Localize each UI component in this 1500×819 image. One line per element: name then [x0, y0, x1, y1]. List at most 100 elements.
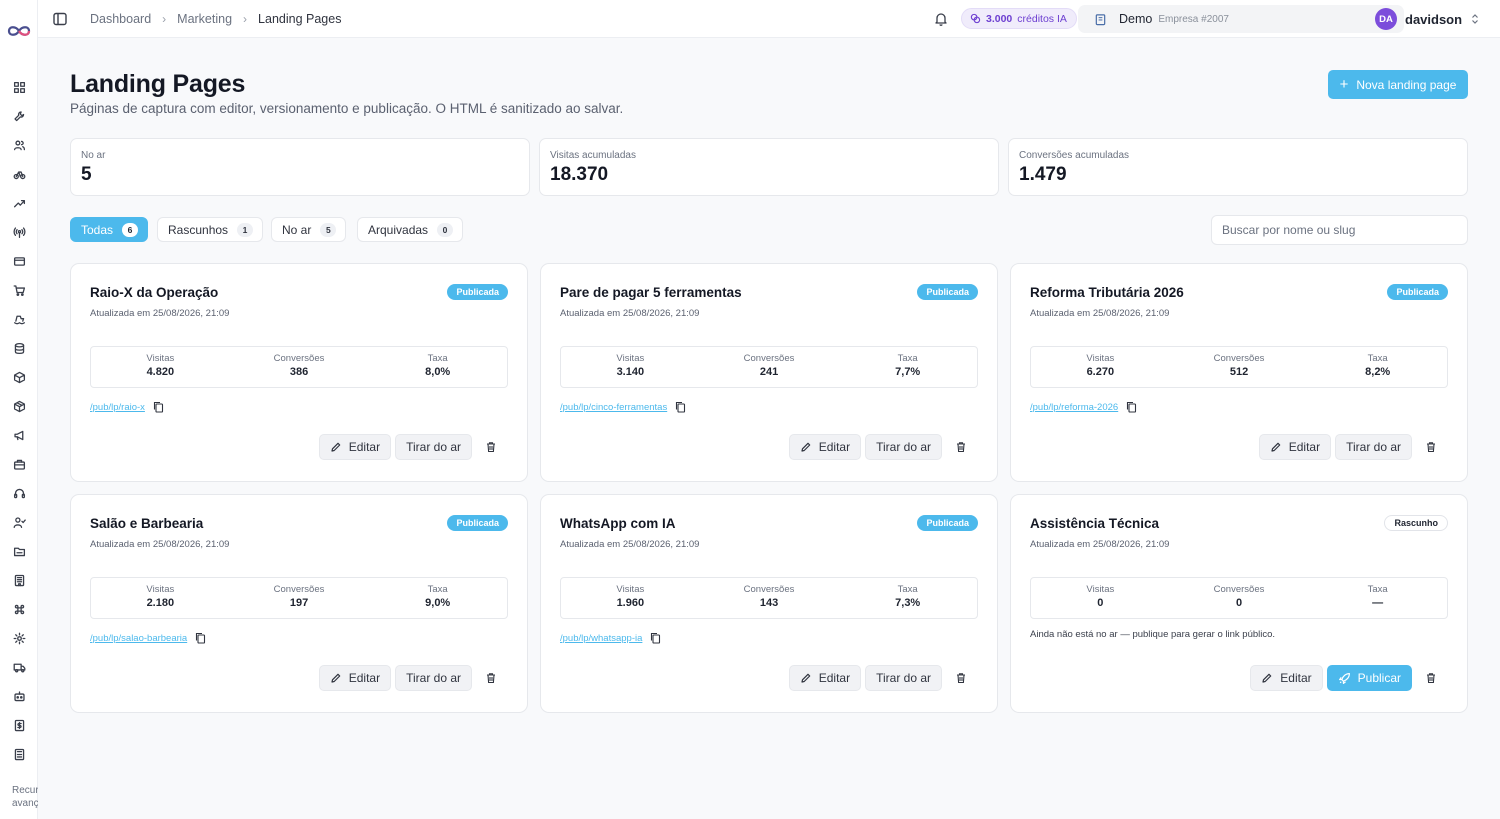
unpublish-button[interactable]: Tirar do ar: [395, 665, 472, 691]
sidebar-item-users[interactable]: [0, 131, 38, 160]
sidebar-item-megaphone[interactable]: [0, 421, 38, 450]
edit-button[interactable]: Editar: [318, 434, 392, 460]
bell-icon[interactable]: [933, 11, 949, 27]
sidebar-item-ship[interactable]: [0, 305, 38, 334]
metric-label: Visitas: [616, 353, 645, 364]
filter-all[interactable]: Todas 6: [70, 217, 149, 242]
sidebar-item-bike[interactable]: [0, 160, 38, 189]
edit-button[interactable]: Editar: [318, 665, 392, 691]
sidebar-item-grid[interactable]: [0, 73, 38, 102]
wrench-icon: [13, 111, 24, 122]
metric-conversions: Conversões 512: [1170, 347, 1309, 387]
public-link[interactable]: /pub/lp/salao-barbearia: [90, 633, 187, 644]
edit-button[interactable]: Editar: [1258, 434, 1332, 460]
card-title: Pare de pagar 5 ferramentas: [560, 285, 742, 300]
sidebar-item-truck[interactable]: [0, 653, 38, 682]
metric-value: 197: [289, 597, 309, 609]
sidebar-item-box[interactable]: [0, 363, 38, 392]
sidebar-item-broadcast[interactable]: [0, 218, 38, 247]
status-badge: Publicada: [447, 515, 508, 531]
new-landing-page-button[interactable]: + Nova landing page: [1328, 70, 1468, 99]
public-link[interactable]: /pub/lp/raio-x: [90, 402, 145, 413]
infinity-logo-icon[interactable]: [6, 22, 32, 40]
edit-button[interactable]: Editar: [788, 434, 862, 460]
publish-button[interactable]: Publicar: [1326, 665, 1412, 691]
edit-button[interactable]: Editar: [788, 665, 862, 691]
sidebar-footer[interactable]: Recursos avançados: [12, 784, 38, 810]
metric-conversions: Conversões 241: [700, 347, 839, 387]
delete-button[interactable]: [476, 665, 506, 691]
public-link[interactable]: /pub/lp/reforma-2026: [1030, 402, 1118, 413]
sidebar-item-command[interactable]: [0, 595, 38, 624]
card-metrics: Visitas 4.820 Conversões 386 Taxa 8,0%: [90, 346, 508, 388]
sidebar-toggle-icon[interactable]: [52, 11, 68, 27]
stat-label: Conversões acumuladas: [1019, 150, 1130, 161]
ai-credits-badge[interactable]: 3.000 créditos IA: [961, 8, 1077, 29]
command-icon: [14, 604, 24, 615]
sidebar-item-settings[interactable]: [0, 624, 38, 653]
public-link[interactable]: /pub/lp/cinco-ferramentas: [560, 402, 667, 413]
edit-button[interactable]: Editar: [1250, 665, 1323, 691]
search-input[interactable]: [1211, 215, 1468, 245]
metric-value: 8,2%: [1365, 366, 1391, 378]
unpublish-button[interactable]: Tirar do ar: [865, 665, 942, 691]
sidebar-item-robot[interactable]: [0, 682, 38, 711]
card-actions: Editar Tirar do ar: [788, 665, 976, 691]
breadcrumb-dashboard[interactable]: Dashboard: [90, 12, 151, 26]
public-link[interactable]: /pub/lp/whatsapp-ia: [560, 633, 642, 644]
metric-value: 0: [1235, 597, 1243, 609]
metric-value: 7,3%: [895, 597, 921, 609]
metric-label: Taxa: [897, 584, 918, 595]
sidebar-item-team[interactable]: [0, 508, 38, 537]
copy-icon[interactable]: [1126, 401, 1137, 413]
sidebar-item-building[interactable]: [0, 566, 38, 595]
unpublish-button[interactable]: Tirar do ar: [865, 434, 942, 460]
filter-archived[interactable]: Arquivadas 0: [357, 217, 464, 242]
edit-label: Editar: [818, 440, 851, 454]
delete-button[interactable]: [1416, 665, 1446, 691]
metric-label: Conversões: [273, 584, 325, 595]
copy-icon[interactable]: [195, 632, 206, 644]
sidebar-item-trending-up[interactable]: [0, 189, 38, 218]
stat-conversions: Conversões acumuladas 1.479: [1008, 138, 1468, 196]
copy-icon[interactable]: [650, 632, 661, 644]
sidebar-item-calculator[interactable]: [0, 740, 38, 769]
sidebar-item-briefcase[interactable]: [0, 450, 38, 479]
filter-live[interactable]: No ar 5: [271, 217, 347, 242]
filter-count: 1: [237, 222, 254, 237]
pencil-icon: [801, 442, 811, 452]
sidebar-item-credit-card[interactable]: [0, 247, 38, 276]
broadcast-icon: [12, 227, 26, 239]
metric-value: 3.140: [616, 366, 645, 378]
folder-icon: [13, 547, 25, 557]
sidebar-item-package[interactable]: [0, 392, 38, 421]
company-selector[interactable]: Demo Empresa #2007: [1078, 5, 1404, 33]
sidebar-item-wrench[interactable]: [0, 102, 38, 131]
breadcrumb-marketing[interactable]: Marketing: [177, 12, 232, 26]
sidebar-item-database[interactable]: [0, 334, 38, 363]
unpublish-button[interactable]: Tirar do ar: [1335, 434, 1412, 460]
delete-button[interactable]: [946, 665, 976, 691]
filter-drafts[interactable]: Rascunhos 1: [157, 217, 264, 242]
card-slug: /pub/lp/salao-barbearia: [90, 632, 206, 644]
company-name: Demo: [1119, 12, 1153, 26]
unpublish-button[interactable]: Tirar do ar: [395, 434, 472, 460]
sidebar-item-cart[interactable]: [0, 276, 38, 305]
sidebar-nav: [0, 73, 38, 769]
page-title: Landing Pages: [70, 70, 246, 98]
sidebar-item-folder[interactable]: [0, 537, 38, 566]
delete-button[interactable]: [1416, 434, 1446, 460]
metric-conversions: Conversões 386: [230, 347, 369, 387]
delete-button[interactable]: [946, 434, 976, 460]
sidebar: Recursos avançados: [0, 0, 38, 819]
metric-rate: Taxa 9,0%: [368, 578, 507, 618]
delete-button[interactable]: [476, 434, 506, 460]
copy-icon[interactable]: [153, 401, 164, 413]
sidebar-item-invoice[interactable]: [0, 711, 38, 740]
metric-visits: Visitas 1.960: [561, 578, 700, 618]
copy-icon[interactable]: [675, 401, 686, 413]
topbar: Dashboard › Marketing › Landing Pages 3.…: [38, 0, 1500, 38]
user-menu[interactable]: DA davidson: [1375, 5, 1480, 33]
credits-label: créditos IA: [1017, 12, 1067, 25]
sidebar-item-headset[interactable]: [0, 479, 38, 508]
